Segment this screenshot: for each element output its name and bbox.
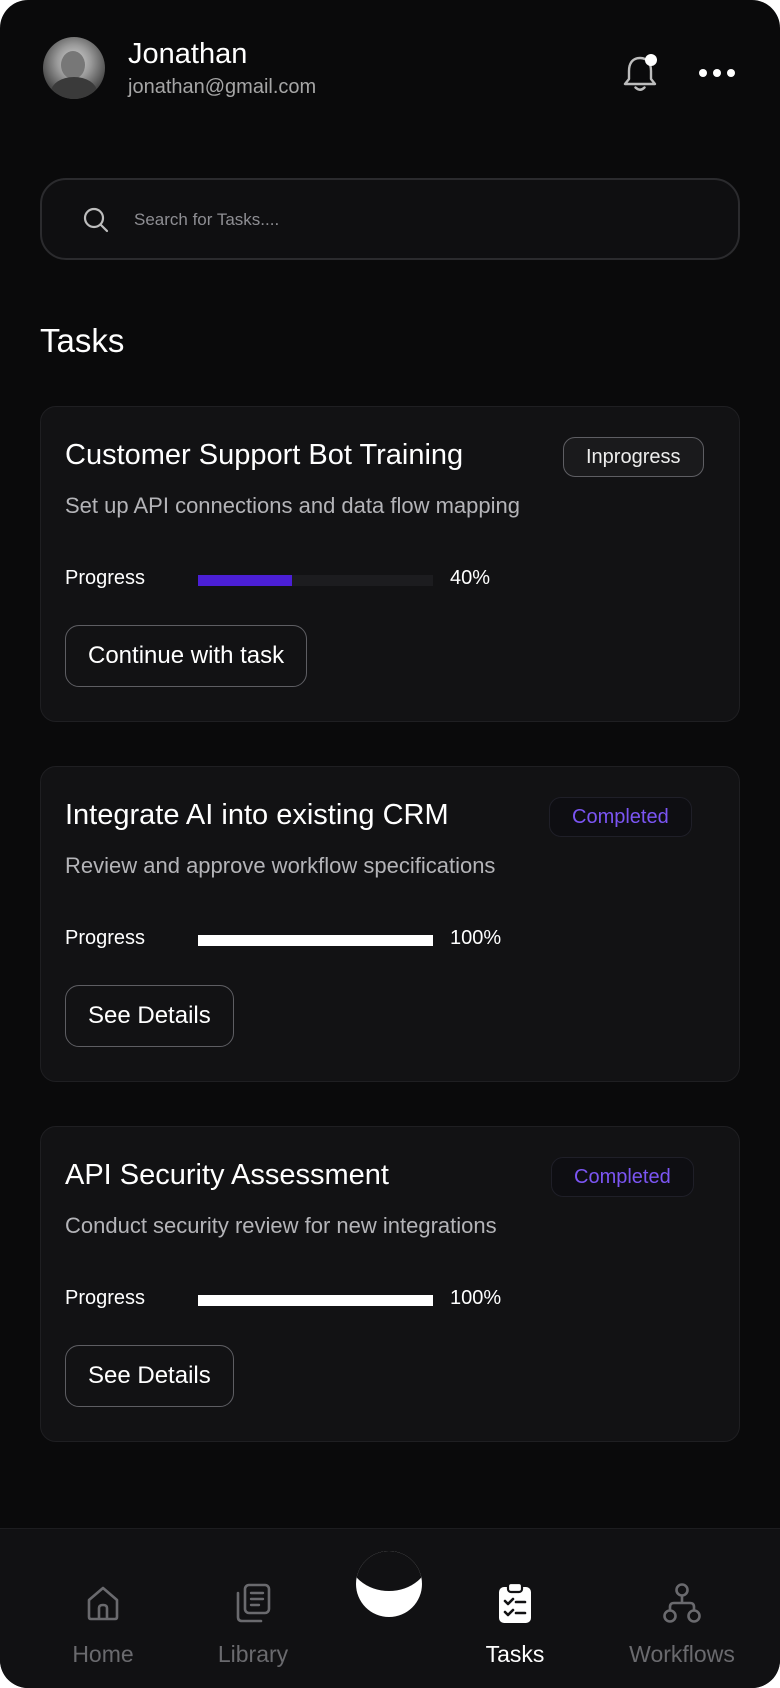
nav-label-home: Home — [72, 1641, 134, 1667]
progress-label: Progress — [65, 1287, 146, 1309]
search-icon — [83, 207, 109, 233]
progress-value: 40% — [450, 567, 491, 589]
task-title: Integrate AI into existing CRM — [65, 799, 449, 831]
workflow-icon — [663, 1583, 701, 1623]
home-icon — [87, 1586, 119, 1621]
library-icon — [236, 1583, 271, 1623]
avatar[interactable] — [43, 37, 105, 99]
progress-bar — [198, 1295, 433, 1306]
nav-item-library[interactable]: Library — [190, 1529, 316, 1688]
nav-label-library: Library — [217, 1641, 289, 1667]
progress-value: 100% — [450, 1287, 502, 1309]
task-card: API Security Assessment Completed Conduc… — [40, 1126, 740, 1442]
notification-dot — [645, 54, 657, 66]
more-horizontal-icon — [699, 69, 735, 77]
task-title: API Security Assessment — [65, 1159, 389, 1191]
search-bar[interactable] — [40, 178, 740, 260]
status-badge: Inprogress — [563, 437, 704, 477]
nav-item-workflows[interactable]: Workflows — [612, 1529, 752, 1688]
task-description: Conduct security review for new integrat… — [65, 1213, 497, 1238]
more-menu-button[interactable] — [696, 60, 738, 86]
see-details-button[interactable]: See Details — [65, 985, 234, 1047]
progress-value: 100% — [450, 927, 502, 949]
task-description: Review and approve workflow specificatio… — [65, 853, 496, 878]
progress-fill — [198, 1295, 433, 1306]
notification-button[interactable] — [620, 52, 660, 96]
search-input[interactable] — [134, 204, 694, 236]
bottom-nav: Home Library Tasks Workflows — [0, 1528, 780, 1688]
progress-bar — [198, 575, 433, 586]
app-logo-icon[interactable] — [356, 1551, 422, 1617]
status-badge: Completed — [549, 797, 692, 837]
progress-fill — [198, 575, 292, 586]
clipboard-check-icon — [499, 1581, 531, 1623]
see-details-button[interactable]: See Details — [65, 1345, 234, 1407]
progress-fill — [198, 935, 433, 946]
nav-label-tasks: Tasks — [485, 1641, 545, 1667]
nav-item-tasks[interactable]: Tasks — [452, 1529, 578, 1688]
bell-icon — [623, 54, 657, 91]
task-title: Customer Support Bot Training — [65, 439, 464, 471]
user-email: jonathan@gmail.com — [128, 76, 317, 98]
task-card: Customer Support Bot Training Inprogress… — [40, 406, 740, 722]
progress-bar — [198, 935, 433, 946]
task-card: Integrate AI into existing CRM Completed… — [40, 766, 740, 1082]
progress-label: Progress — [65, 927, 146, 949]
nav-item-home[interactable]: Home — [40, 1529, 166, 1688]
section-title: Tasks — [40, 322, 125, 359]
progress-label: Progress — [65, 567, 146, 589]
task-description: Set up API connections and data flow map… — [65, 493, 520, 518]
app-screen: Jonathan jonathan@gmail.com Tasks Custo — [0, 0, 780, 1688]
status-badge: Completed — [551, 1157, 694, 1197]
header: Jonathan jonathan@gmail.com — [0, 0, 780, 150]
nav-label-workflows: Workflows — [629, 1641, 735, 1667]
user-name: Jonathan — [128, 38, 248, 70]
continue-task-button[interactable]: Continue with task — [65, 625, 308, 687]
